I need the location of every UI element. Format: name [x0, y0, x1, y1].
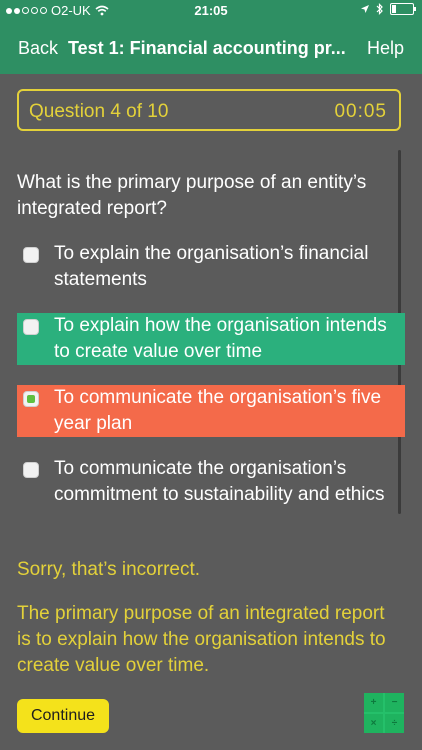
calc-minus-symbol: − — [385, 693, 404, 712]
status-time: 21:05 — [194, 3, 228, 18]
answer-option-label: To explain how the organisation intends … — [54, 315, 387, 362]
answer-option-3-incorrect[interactable]: To communicate the organisation’s five y… — [17, 385, 405, 437]
question-number: Question 4 of 10 — [29, 101, 169, 122]
answer-option-label: To communicate the organisation’s five y… — [54, 387, 382, 434]
bluetooth-icon — [376, 3, 383, 15]
checked-checkbox-icon[interactable] — [23, 391, 39, 407]
answer-option-label: To communicate the organisation’s commit… — [54, 458, 385, 505]
answer-option-4[interactable]: To communicate the organisation’s commit… — [17, 456, 405, 508]
help-button[interactable]: Help — [367, 38, 404, 59]
continue-button[interactable]: Continue — [17, 699, 109, 733]
feedback-result: Sorry, that’s incorrect. — [17, 559, 201, 580]
checkbox-icon[interactable] — [23, 462, 39, 478]
nav-bar: Back Test 1: Financial accounting pr... … — [0, 22, 422, 74]
calc-multiply-symbol: × — [364, 714, 383, 733]
checkbox-icon[interactable] — [23, 247, 39, 263]
feedback-explanation: The primary purpose of an integrated rep… — [17, 603, 386, 676]
answer-option-1[interactable]: To explain the organisation’s financial … — [17, 241, 405, 293]
status-right — [360, 3, 416, 15]
calculator-icon[interactable]: + − × ÷ — [364, 693, 404, 733]
page-title: Test 1: Financial accounting pr... — [68, 38, 346, 58]
back-button[interactable]: Back — [18, 38, 58, 59]
calc-plus-symbol: + — [364, 693, 383, 712]
answer-option-2-correct[interactable]: To explain how the organisation intends … — [17, 313, 405, 365]
location-arrow-icon — [361, 5, 369, 13]
checkbox-icon[interactable] — [23, 319, 39, 335]
answer-option-label: To explain the organisation’s financial … — [54, 243, 369, 290]
question-timer: 00:05 — [334, 101, 387, 122]
question-text: What is the primary purpose of an entity… — [17, 172, 367, 219]
calc-divide-symbol: ÷ — [385, 714, 404, 733]
status-bar: O2-UK 21:05 — [0, 0, 422, 22]
question-header: Question 4 of 10 00:05 — [17, 89, 401, 131]
battery-icon — [390, 3, 416, 15]
